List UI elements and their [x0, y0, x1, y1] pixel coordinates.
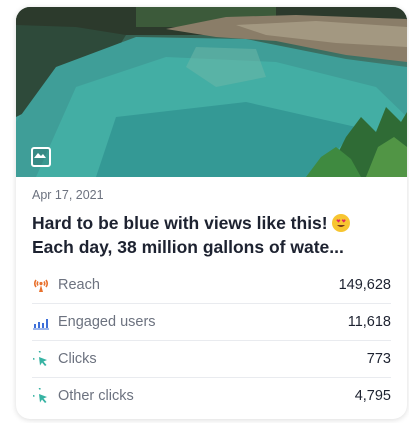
post-card[interactable]: Apr 17, 2021 Hard to be blue with views …: [16, 7, 407, 419]
metric-label: Other clicks: [58, 388, 134, 404]
post-title[interactable]: Hard to be blue with views like this! Ea…: [32, 211, 391, 259]
post-title-line1: Hard to be blue with views like this!: [32, 213, 328, 233]
metric-value: 4,795: [354, 388, 391, 404]
metric-value: 11,618: [347, 314, 391, 330]
post-title-line2: Each day, 38 million gallons of wate...: [32, 237, 344, 257]
heart-eyes-emoji-icon: [331, 214, 350, 232]
post-date: Apr 17, 2021: [32, 188, 104, 202]
metric-value: 149,628: [338, 277, 391, 293]
metric-label: Clicks: [58, 351, 97, 367]
metric-engaged-users: Engaged users 11,618: [32, 304, 391, 341]
post-image-scene: [16, 7, 407, 177]
cursor-click-icon: [32, 350, 50, 368]
metric-clicks: Clicks 773: [32, 341, 391, 378]
metrics-list: Reach 149,628 Engaged users 11,618 Click…: [32, 267, 391, 414]
metric-other-clicks: Other clicks 4,795: [32, 378, 391, 414]
cursor-click-icon: [32, 387, 50, 405]
post-image[interactable]: [16, 7, 407, 177]
metric-reach: Reach 149,628: [32, 267, 391, 304]
metric-label: Reach: [58, 277, 100, 293]
metric-value: 773: [366, 351, 391, 367]
image-icon: [31, 147, 51, 167]
broadcast-icon: [32, 276, 50, 294]
metric-label: Engaged users: [58, 314, 156, 330]
bar-chart-icon: [32, 313, 50, 331]
